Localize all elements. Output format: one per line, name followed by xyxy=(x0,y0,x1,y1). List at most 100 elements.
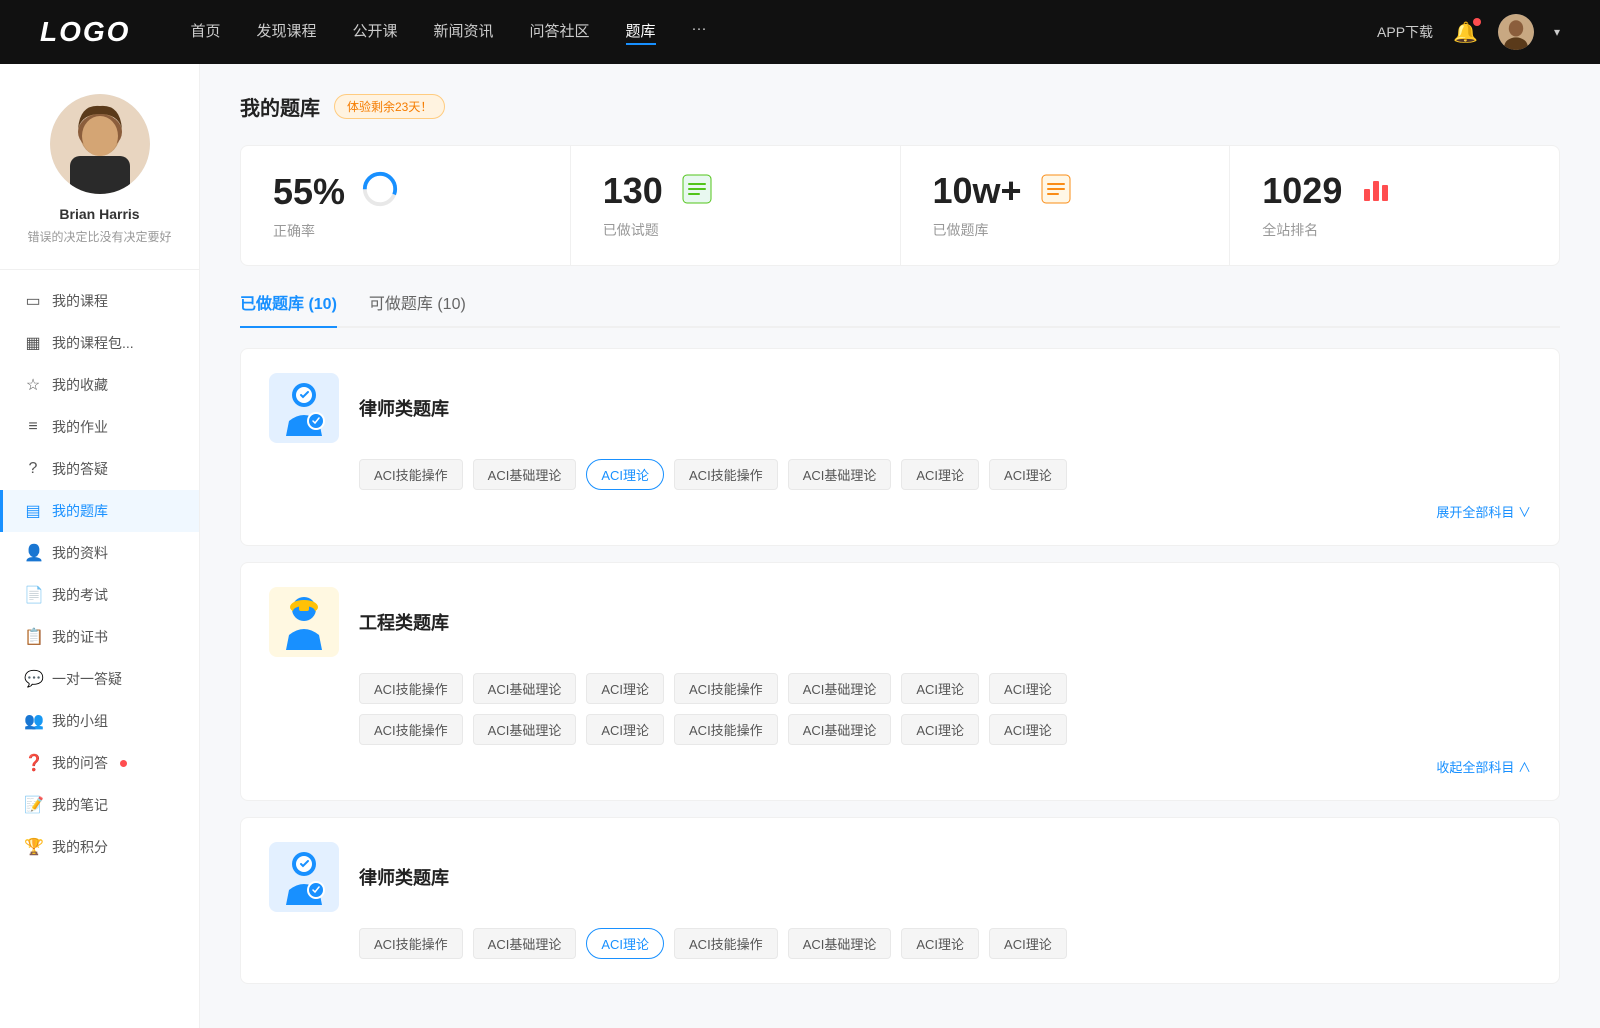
quiz-tag[interactable]: ACI基础理论 xyxy=(788,714,892,745)
one-on-one-icon: 💬 xyxy=(24,669,42,689)
nav-links: 首页 发现课程 公开课 新闻资讯 问答社区 题库 ··· xyxy=(190,20,1377,45)
quiz-tag-active[interactable]: ACI理论 xyxy=(586,928,664,959)
quiz-tag[interactable]: ACI技能操作 xyxy=(674,714,778,745)
nav-news[interactable]: 新闻资讯 xyxy=(434,20,494,45)
quiz-tag[interactable]: ACI理论 xyxy=(901,714,979,745)
quiz-bank-card-2: 工程类题库 ACI技能操作 ACI基础理论 ACI理论 ACI技能操作 ACI基… xyxy=(240,562,1560,801)
user-menu-chevron[interactable]: ▾ xyxy=(1554,25,1560,39)
expand-link-1[interactable]: 展开全部科目 ∨ xyxy=(1436,502,1531,521)
accuracy-chart-icon xyxy=(361,170,399,213)
questions-unread-dot xyxy=(120,760,127,767)
quiz-tag[interactable]: ACI基础理论 xyxy=(473,459,577,490)
sidebar-item-my-course[interactable]: ▭ 我的课程 xyxy=(0,280,199,322)
sidebar-item-my-points[interactable]: 🏆 我的积分 xyxy=(0,826,199,868)
profile-icon: 👤 xyxy=(24,543,42,563)
qa-icon: ? xyxy=(24,460,42,478)
sidebar-item-my-quiz[interactable]: ▤ 我的题库 xyxy=(0,490,199,532)
quiz-tag[interactable]: ACI技能操作 xyxy=(674,928,778,959)
quiz-tag[interactable]: ACI技能操作 xyxy=(359,714,463,745)
quiz-tag[interactable]: ACI理论 xyxy=(901,459,979,490)
homework-icon: ≡ xyxy=(24,418,42,436)
lawyer-bank-icon-1 xyxy=(269,373,339,443)
nav-qa[interactable]: 问答社区 xyxy=(530,20,590,45)
quiz-bank-header-3: 律师类题库 xyxy=(269,842,1531,912)
tab-done-banks[interactable]: 已做题库 (10) xyxy=(240,290,337,326)
sidebar-item-my-qa[interactable]: ? 我的答疑 xyxy=(0,448,199,490)
quiz-tag[interactable]: ACI技能操作 xyxy=(359,459,463,490)
sidebar-item-one-on-one[interactable]: 💬 一对一答疑 xyxy=(0,658,199,700)
sidebar-item-my-group[interactable]: 👥 我的小组 xyxy=(0,700,199,742)
stat-value-accuracy: 55% xyxy=(273,171,345,213)
quiz-bank-header-1: 律师类题库 xyxy=(269,373,1531,443)
quiz-bank-tags-3: ACI技能操作 ACI基础理论 ACI理论 ACI技能操作 ACI基础理论 AC… xyxy=(269,928,1531,959)
sidebar: Brian Harris 错误的决定比没有决定要好 ▭ 我的课程 ▦ 我的课程包… xyxy=(0,64,200,1028)
quiz-tabs: 已做题库 (10) 可做题库 (10) xyxy=(240,290,1560,328)
stat-label-banks: 已做题库 xyxy=(933,220,1198,240)
stat-top-accuracy: 55% xyxy=(273,170,538,213)
quiz-tag[interactable]: ACI理论 xyxy=(901,928,979,959)
quiz-tag[interactable]: ACI理论 xyxy=(586,673,664,704)
points-icon: 🏆 xyxy=(24,837,42,857)
exam-icon: 📄 xyxy=(24,585,42,605)
nav-open-course[interactable]: 公开课 xyxy=(352,20,397,45)
quiz-tag-active[interactable]: ACI理论 xyxy=(586,459,664,490)
quiz-tag[interactable]: ACI技能操作 xyxy=(359,673,463,704)
quiz-bank-footer-2: 收起全部科目 ∧ xyxy=(269,757,1531,776)
navbar: LOGO 首页 发现课程 公开课 新闻资讯 问答社区 题库 ··· APP下载 … xyxy=(0,0,1600,64)
quiz-tag[interactable]: ACI技能操作 xyxy=(674,673,778,704)
stat-top-rank: 1029 xyxy=(1262,170,1527,212)
quiz-bank-title-1: 律师类题库 xyxy=(359,395,449,421)
favorites-icon: ☆ xyxy=(24,375,42,395)
sidebar-item-my-questions[interactable]: ❓ 我的问答 xyxy=(0,742,199,784)
done-questions-icon xyxy=(679,171,715,212)
sidebar-item-my-cert[interactable]: 📋 我的证书 xyxy=(0,616,199,658)
quiz-tag[interactable]: ACI理论 xyxy=(989,459,1067,490)
quiz-bank-header-2: 工程类题库 xyxy=(269,587,1531,657)
user-avatar-nav[interactable] xyxy=(1498,14,1534,50)
sidebar-item-my-profile[interactable]: 👤 我的资料 xyxy=(0,532,199,574)
quiz-tag[interactable]: ACI理论 xyxy=(989,673,1067,704)
nav-quiz[interactable]: 题库 xyxy=(626,20,656,45)
quiz-tag[interactable]: ACI理论 xyxy=(901,673,979,704)
tab-todo-banks[interactable]: 可做题库 (10) xyxy=(369,290,466,326)
sidebar-item-my-favorites[interactable]: ☆ 我的收藏 xyxy=(0,364,199,406)
course-icon: ▭ xyxy=(24,291,42,311)
quiz-tag[interactable]: ACI基础理论 xyxy=(473,928,577,959)
quiz-tag[interactable]: ACI技能操作 xyxy=(359,928,463,959)
notification-bell[interactable]: 🔔 xyxy=(1453,20,1478,45)
stat-top-banks: 10w+ xyxy=(933,170,1198,212)
quiz-tag[interactable]: ACI理论 xyxy=(586,714,664,745)
sidebar-item-my-course-pack[interactable]: ▦ 我的课程包... xyxy=(0,322,199,364)
page-title: 我的题库 xyxy=(240,92,320,121)
page-header: 我的题库 体验剩余23天！ xyxy=(240,92,1560,121)
quiz-tag[interactable]: ACI基础理论 xyxy=(473,673,577,704)
notification-dot xyxy=(1473,18,1481,26)
sidebar-avatar[interactable] xyxy=(50,94,150,194)
sidebar-item-my-notes[interactable]: 📝 我的笔记 xyxy=(0,784,199,826)
sidebar-profile: Brian Harris 错误的决定比没有决定要好 xyxy=(0,94,199,270)
logo[interactable]: LOGO xyxy=(40,16,130,48)
stat-value-rank: 1029 xyxy=(1262,170,1342,212)
stat-global-rank: 1029 全站排名 xyxy=(1230,146,1559,265)
stat-done-banks: 10w+ 已做题库 xyxy=(901,146,1231,265)
nav-more[interactable]: ··· xyxy=(692,20,707,45)
quiz-tag[interactable]: ACI基础理论 xyxy=(473,714,577,745)
quiz-tag[interactable]: ACI基础理论 xyxy=(788,928,892,959)
app-download-button[interactable]: APP下载 xyxy=(1377,22,1433,42)
quiz-bank-title-2: 工程类题库 xyxy=(359,609,449,635)
trial-badge: 体验剩余23天！ xyxy=(334,94,445,119)
quiz-tag[interactable]: ACI基础理论 xyxy=(788,459,892,490)
quiz-tag[interactable]: ACI理论 xyxy=(989,714,1067,745)
nav-discover[interactable]: 发现课程 xyxy=(256,20,316,45)
sidebar-item-my-homework[interactable]: ≡ 我的作业 xyxy=(0,406,199,448)
group-icon: 👥 xyxy=(24,711,42,731)
quiz-tag[interactable]: ACI理论 xyxy=(989,928,1067,959)
quiz-bank-footer-1: 展开全部科目 ∨ xyxy=(269,502,1531,521)
stat-done-questions: 130 已做试题 xyxy=(571,146,901,265)
quiz-tag[interactable]: ACI技能操作 xyxy=(674,459,778,490)
sidebar-item-my-exam[interactable]: 📄 我的考试 xyxy=(0,574,199,616)
nav-home[interactable]: 首页 xyxy=(190,20,220,45)
collapse-link-2[interactable]: 收起全部科目 ∧ xyxy=(1436,757,1531,776)
quiz-tag[interactable]: ACI基础理论 xyxy=(788,673,892,704)
lawyer-bank-icon-3 xyxy=(269,842,339,912)
